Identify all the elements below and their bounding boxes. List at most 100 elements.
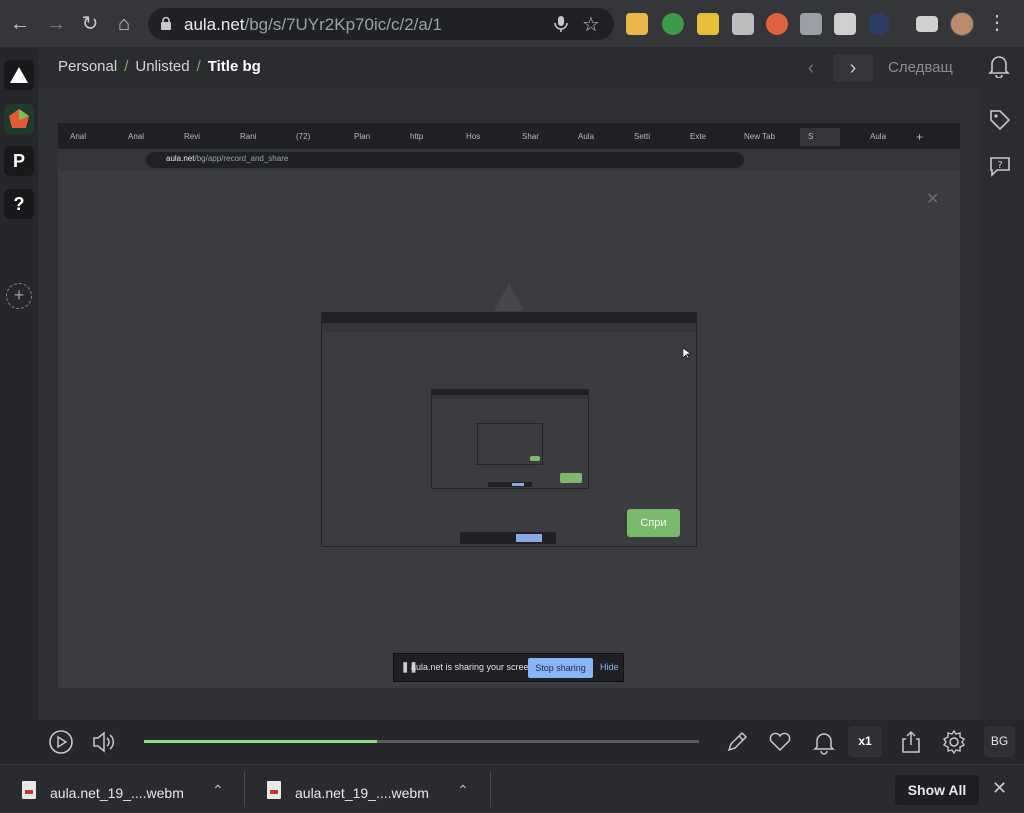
chevron-up-icon[interactable]: ⌃ [212,782,224,799]
breadcrumb-separator: / [196,58,201,75]
breadcrumb-separator: / [124,58,129,75]
recorded-tab: Rani [240,132,257,141]
sharing-message: aula.net is sharing your screen. [411,662,537,672]
nested-toolbar [432,395,588,399]
extension-tag-icon[interactable] [697,13,719,35]
volume-icon[interactable] [91,729,117,755]
file-icon [22,781,36,799]
recorded-tab: Hos [466,132,481,141]
download-item[interactable]: aula.net_19_....webm ⌃ [245,765,489,813]
new-tab-plus-icon: + [916,130,924,144]
triangle-icon [10,67,28,83]
recorded-tab: Aula [578,132,595,141]
recorded-tab: http [410,132,424,141]
next-label[interactable]: Следващ [888,59,953,76]
pencil-icon[interactable] [724,729,750,755]
settings-gear-icon[interactable] [941,729,967,755]
dropbox-icon[interactable] [800,13,822,35]
breadcrumb-unlisted[interactable]: Unlisted [135,58,189,75]
home-icon[interactable]: ⌂ [110,10,138,38]
progress-fill [144,740,378,743]
media-queue-icon[interactable] [916,16,938,32]
download-shelf: aula.net_19_....webm ⌃ aula.net_19_....w… [0,764,1024,812]
recorded-toolbar: aula.net/bg/app/record_and_share [58,149,960,171]
extension-stack-icon[interactable] [834,13,856,35]
extension-dark-icon[interactable] [868,13,890,35]
address-bar[interactable]: aula.net/bg/s/7UYr2Kp70ic/c/2/a/1 ☆ [148,8,614,40]
nested-share-banner [460,532,556,544]
tag-icon[interactable] [988,108,1012,132]
svg-text:?: ? [997,160,1002,171]
recorded-tab: Shar [522,132,539,141]
progress-track[interactable] [144,740,699,743]
gem-icon [9,109,29,128]
nested-share-banner [488,482,532,487]
language-badge[interactable]: BG [984,726,1015,757]
rail-item-help[interactable]: ? [4,189,34,219]
player-controls: x1 BG [38,720,1024,764]
back-arrow-icon[interactable]: ← [6,10,34,38]
recorded-tab: Anal [70,132,87,141]
download-item[interactable]: aula.net_19_....webm ⌃ [0,765,244,813]
menu-kebab-icon[interactable]: ⋮ [987,10,1007,35]
next-chevron-button[interactable]: › [833,54,873,82]
nested-stop-button [516,534,542,542]
stop-sharing-button[interactable]: Stop sharing [528,658,593,678]
show-all-button[interactable]: Show All [895,775,979,805]
recorded-tab: (72) [296,132,311,141]
recorded-tab: Setti [634,132,651,141]
nested-green-button [560,473,582,483]
play-icon[interactable] [48,729,74,755]
aula-logo-icon[interactable] [4,60,34,90]
ghost-triangle-icon [494,283,524,311]
breadcrumb-personal[interactable]: Personal [58,58,117,75]
heart-icon[interactable] [767,729,793,755]
right-rail: ? [978,88,1018,720]
close-icon[interactable]: ✕ [992,778,1007,799]
extension-arrow-icon[interactable] [732,13,754,35]
recorded-url: aula.net/bg/app/record_and_share [166,154,289,163]
recorded-tab: Aula [870,132,887,141]
nested-screen-preview-deep [477,423,543,465]
nested-tab-strip [322,313,696,323]
notification-bell-icon[interactable] [988,54,1010,78]
recorded-tab: Anal [128,132,145,141]
nested-screen-preview-inner [431,389,589,489]
extension-notes-icon[interactable] [626,13,648,35]
recorded-tab: Plan [354,132,371,141]
bookmark-star-icon[interactable]: ☆ [582,12,600,37]
recorded-tab: Exte [690,132,707,141]
share-icon[interactable] [898,729,924,755]
question-chat-icon[interactable]: ? [987,154,1013,178]
screen-sharing-banner: ❚❚ aula.net is sharing your screen. Stop… [393,653,624,682]
chevron-up-icon[interactable]: ⌃ [457,782,469,799]
recorded-address-bar: aula.net/bg/app/record_and_share [146,152,744,168]
microphone-icon[interactable] [551,14,571,34]
playback-speed-button[interactable]: x1 [848,726,882,757]
hide-banner-link[interactable]: Hide [600,662,619,672]
recorded-tab-strip: Anal Anal Revi Rani (72) Plan http Hos S… [58,123,960,149]
nested-toolbar [322,323,696,332]
file-icon [267,781,281,799]
lock-icon [161,17,171,30]
workspace-colorful-icon[interactable] [4,104,34,134]
rail-item-p[interactable]: P [4,146,34,176]
bell-icon[interactable] [811,729,837,755]
page-header: Personal / Unlisted / Title bg ‹ › Следващ [38,48,978,88]
forward-arrow-icon[interactable]: → [42,10,70,38]
breadcrumb-current: Title bg [207,58,261,75]
profile-avatar[interactable] [950,12,974,36]
extension-check-icon[interactable] [766,13,788,35]
add-workspace-icon[interactable]: + [6,283,32,309]
previous-chevron-icon[interactable]: ‹ [798,55,824,81]
recorded-tab: New Tab [744,132,775,141]
nested-green-button [530,456,540,461]
evernote-icon[interactable] [662,13,684,35]
reload-icon[interactable]: ↻ [76,10,104,38]
download-divider [490,771,491,807]
video-frame[interactable]: Anal Anal Revi Rani (72) Plan http Hos S… [58,123,960,688]
stop-recording-button: Спри [627,509,680,537]
recorded-tab-active: S [800,128,840,146]
breadcrumb: Personal / Unlisted / Title bg [58,58,261,75]
mouse-cursor-icon [683,348,691,360]
